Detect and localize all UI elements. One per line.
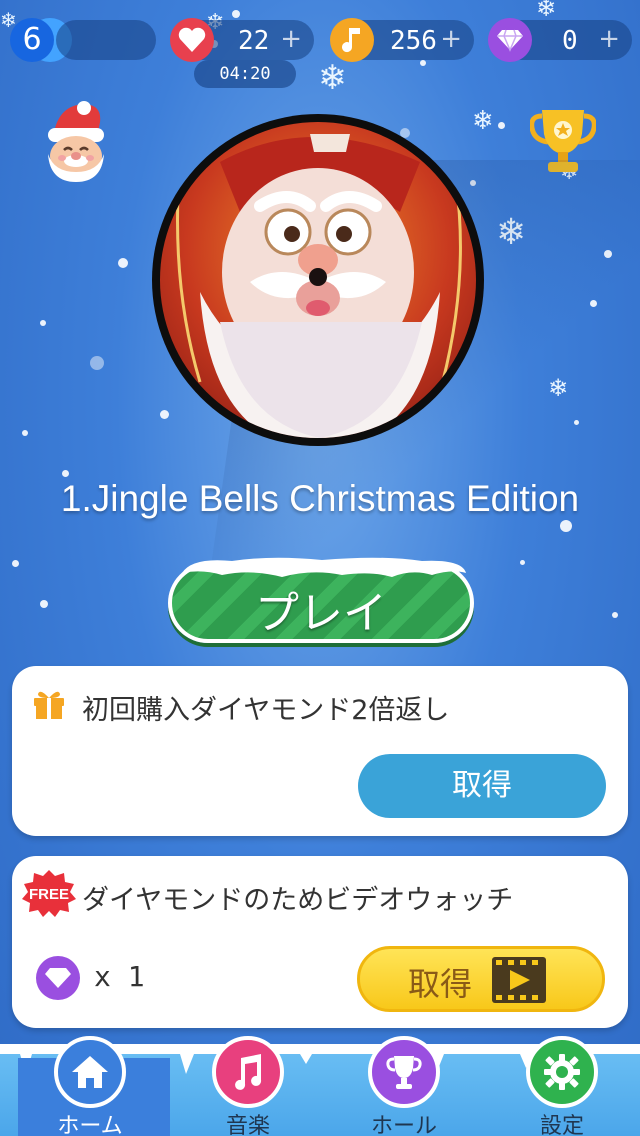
gift-icon bbox=[32, 688, 66, 720]
free-badge-text: FREE bbox=[29, 886, 69, 903]
add-lives-button[interactable]: + bbox=[280, 24, 302, 54]
trophy-icon bbox=[368, 1036, 440, 1108]
diamond-reward-icon bbox=[36, 956, 80, 1000]
video-play-icon bbox=[492, 957, 546, 1003]
music-note-icon bbox=[330, 18, 374, 62]
free-badge-icon: FREE bbox=[18, 868, 80, 918]
nav-settings-label: 設定 bbox=[539, 1114, 584, 1136]
watch-video-get-button[interactable]: 取得 bbox=[357, 946, 605, 1012]
diamonds-value: 0 bbox=[562, 26, 578, 56]
notes-value: 256 bbox=[390, 26, 437, 56]
lives-value: 22 bbox=[238, 26, 270, 56]
diamonds-counter[interactable]: 0 + bbox=[488, 18, 632, 62]
diamond-icon bbox=[488, 18, 532, 62]
video-offer-title: ダイヤモンドのためビデオウォッチ bbox=[82, 885, 514, 916]
nav-settings[interactable]: 設定 bbox=[500, 1036, 620, 1136]
add-notes-button[interactable]: + bbox=[440, 24, 462, 54]
notes-counter[interactable]: 256 + bbox=[330, 18, 474, 62]
song-title: 1.Jingle Bells Christmas Edition bbox=[60, 478, 580, 519]
watch-video-card: FREE ダイヤモンドのためビデオウォッチ x 1 取得 bbox=[12, 856, 628, 1028]
add-diamonds-button[interactable]: + bbox=[598, 24, 620, 54]
gear-icon bbox=[526, 1036, 598, 1108]
first-purchase-offer-card: 初回購入ダイヤモンド2倍返し 取得 bbox=[12, 666, 628, 836]
lives-counter[interactable]: 22 + bbox=[170, 18, 314, 62]
watch-video-get-label: 取得 bbox=[408, 965, 473, 1003]
nav-home-label: ホーム bbox=[57, 1114, 123, 1136]
play-button[interactable]: プレイ bbox=[168, 557, 474, 643]
reward-amount: x 1 bbox=[94, 960, 145, 993]
play-button-label: プレイ bbox=[255, 588, 387, 639]
level-progress-bar bbox=[56, 20, 156, 60]
music-note-icon bbox=[212, 1036, 284, 1108]
offer-get-button[interactable]: 取得 bbox=[358, 754, 606, 818]
nav-music-label: 音楽 bbox=[225, 1114, 270, 1136]
nav-hall-label: ホール bbox=[370, 1114, 437, 1136]
santa-avatar-icon[interactable] bbox=[40, 98, 112, 184]
offer-title: 初回購入ダイヤモンド2倍返し bbox=[82, 695, 450, 726]
level-number: 6 bbox=[22, 22, 42, 57]
disc-center-hole bbox=[309, 268, 327, 286]
nav-music[interactable]: 音楽 bbox=[186, 1036, 306, 1136]
nav-home[interactable]: ホーム bbox=[28, 1036, 148, 1136]
lives-timer: 04:20 bbox=[194, 60, 296, 88]
nav-hall[interactable]: ホール bbox=[342, 1036, 462, 1136]
heart-icon bbox=[170, 18, 214, 62]
home-icon bbox=[54, 1036, 126, 1108]
